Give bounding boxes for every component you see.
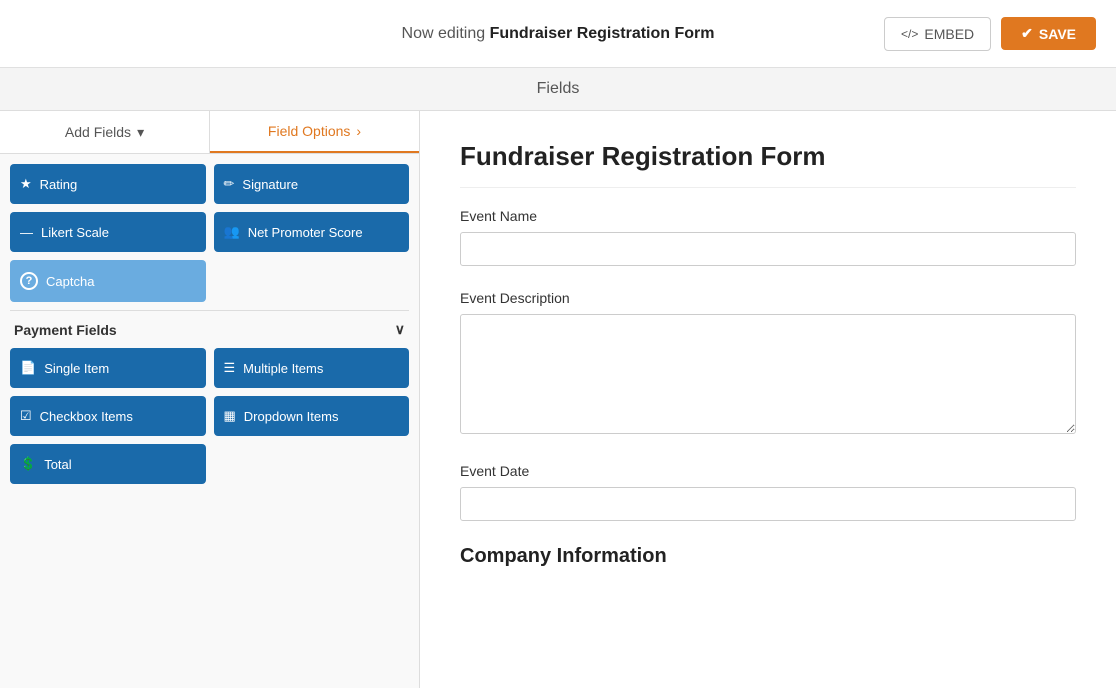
tab-add-fields[interactable]: Add Fields ▾ (0, 111, 209, 153)
single-item-label: Single Item (44, 361, 109, 376)
save-button[interactable]: ✔ SAVE (1001, 17, 1096, 50)
event-name-group: Event Name (460, 208, 1076, 266)
event-description-label: Event Description (460, 290, 1076, 306)
event-date-group: Event Date (460, 463, 1076, 521)
editing-title: Now editing Fundraiser Registration Form (402, 25, 715, 43)
field-btn-dropdown-items[interactable]: ▦ Dropdown Items (214, 396, 410, 436)
tab-field-options[interactable]: Field Options › (210, 111, 419, 153)
event-name-input[interactable] (460, 232, 1076, 266)
checkbox-items-label: Checkbox Items (40, 409, 133, 424)
form-name-title: Fundraiser Registration Form (490, 25, 715, 42)
chevron-right-icon: › (356, 123, 361, 139)
embed-icon: </> (901, 27, 918, 41)
star-icon: ★ (20, 176, 32, 192)
fields-header-label: Fields (537, 80, 580, 97)
total-label: Total (44, 457, 71, 472)
payment-fields-grid: 📄 Single Item ☰ Multiple Items ☑ Checkbo… (10, 348, 409, 484)
captcha-label: Captcha (46, 274, 94, 289)
field-btn-signature[interactable]: ✏ Signature (214, 164, 410, 204)
field-options-label: Field Options (268, 123, 350, 139)
field-btn-multiple-items[interactable]: ☰ Multiple Items (214, 348, 410, 388)
signature-label: Signature (242, 177, 298, 192)
pen-icon: ✏ (224, 176, 235, 192)
add-fields-label: Add Fields (65, 124, 131, 140)
dropdown-items-label: Dropdown Items (244, 409, 339, 424)
list-icon: ☰ (224, 360, 236, 376)
chevron-down-icon: ▾ (137, 124, 144, 141)
event-description-textarea[interactable] (460, 314, 1076, 434)
nps-icon: 👥 (224, 224, 240, 240)
tabs-bar: Add Fields ▾ Field Options › (0, 111, 419, 154)
payment-section-header[interactable]: Payment Fields ∨ (10, 310, 409, 348)
rating-label: Rating (40, 177, 78, 192)
field-list-scroll[interactable]: ★ Rating ✏ Signature — Likert Scale 👥 Ne… (0, 154, 419, 688)
event-description-group: Event Description (460, 290, 1076, 439)
field-btn-rating[interactable]: ★ Rating (10, 164, 206, 204)
likert-label: Likert Scale (41, 225, 109, 240)
dropdown-icon: ▦ (224, 408, 236, 424)
main-layout: Add Fields ▾ Field Options › ★ Rating ✏ … (0, 111, 1116, 688)
embed-label: EMBED (924, 26, 974, 42)
captcha-icon: ? (20, 272, 38, 290)
event-name-label: Event Name (460, 208, 1076, 224)
survey-fields-grid: ★ Rating ✏ Signature — Likert Scale 👥 Ne… (10, 164, 409, 302)
likert-icon: — (20, 225, 33, 240)
right-panel: Fundraiser Registration Form Event Name … (420, 111, 1116, 688)
embed-button[interactable]: </> EMBED (884, 17, 991, 51)
event-date-input[interactable] (460, 487, 1076, 521)
editing-label: Now editing (402, 25, 490, 42)
field-btn-checkbox-items[interactable]: ☑ Checkbox Items (10, 396, 206, 436)
field-btn-nps[interactable]: 👥 Net Promoter Score (214, 212, 410, 252)
nps-label: Net Promoter Score (248, 225, 363, 240)
top-bar: Now editing Fundraiser Registration Form… (0, 0, 1116, 68)
fields-header: Fields (0, 68, 1116, 111)
form-title: Fundraiser Registration Form (460, 141, 1076, 188)
field-btn-single-item[interactable]: 📄 Single Item (10, 348, 206, 388)
checkmark-icon: ✔ (1021, 25, 1033, 42)
chevron-down-icon: ∨ (395, 321, 405, 338)
save-label: SAVE (1039, 26, 1076, 42)
left-panel: Add Fields ▾ Field Options › ★ Rating ✏ … (0, 111, 420, 688)
field-btn-captcha[interactable]: ? Captcha (10, 260, 206, 302)
checkbox-icon: ☑ (20, 408, 32, 424)
total-icon: 💲 (20, 456, 36, 472)
payment-section-label: Payment Fields (14, 322, 117, 338)
top-bar-actions: </> EMBED ✔ SAVE (884, 17, 1096, 51)
field-btn-total[interactable]: 💲 Total (10, 444, 206, 484)
company-info-section: Company Information (460, 545, 1076, 568)
field-btn-likert[interactable]: — Likert Scale (10, 212, 206, 252)
event-date-label: Event Date (460, 463, 1076, 479)
document-icon: 📄 (20, 360, 36, 376)
multiple-items-label: Multiple Items (243, 361, 323, 376)
